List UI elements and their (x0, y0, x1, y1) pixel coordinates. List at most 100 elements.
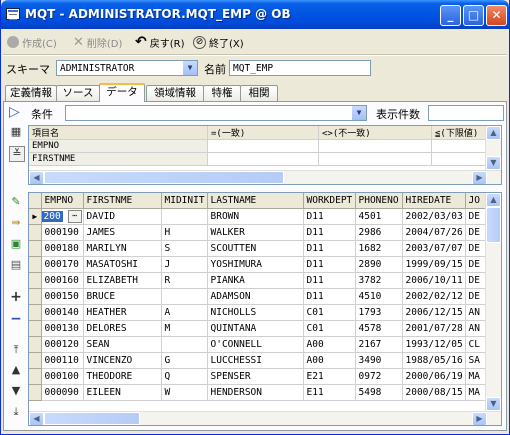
table-cell[interactable]: PIANKA (207, 272, 304, 289)
table-cell[interactable]: 1988/05/16 (402, 352, 466, 369)
table-cell[interactable]: R (161, 272, 208, 289)
table-row[interactable]: 000140 HEATHER A NICHOLLS C01 1793 2006/12/15 A… (29, 304, 489, 321)
name-field[interactable]: MQT_EMP (229, 60, 371, 76)
filter-cell[interactable] (207, 139, 319, 153)
tab-source[interactable]: ソース (56, 85, 100, 101)
table-cell[interactable]: 4510 (355, 288, 403, 305)
table-cell[interactable]: 3782 (355, 272, 403, 289)
table-cell[interactable]: D11 (303, 240, 356, 257)
table-cell[interactable]: ADAMSON (207, 288, 304, 305)
table-cell[interactable]: SEAN (83, 336, 162, 353)
col-empno[interactable]: EMPNO (41, 193, 84, 209)
table-cell[interactable]: DAVID (83, 208, 162, 225)
table-cell[interactable]: 2006/10/11 (402, 272, 466, 289)
ellipsis-button[interactable]: ⋯ (67, 210, 82, 223)
row-header[interactable] (29, 336, 42, 353)
table-cell[interactable]: SPENSER (207, 368, 304, 385)
schema-select[interactable]: ADMINISTRATOR ▼ (56, 60, 198, 76)
table-cell[interactable]: MARILYN (83, 240, 162, 257)
revert-button[interactable]: ↶ 戻す(R) (135, 33, 185, 51)
down-icon[interactable]: ▼ (9, 384, 23, 398)
rows-input[interactable] (428, 105, 504, 121)
table-cell[interactable]: BRUCE (83, 288, 162, 305)
col-lastname[interactable]: LASTNAME (207, 193, 304, 209)
add-icon[interactable]: + (9, 290, 23, 304)
table-cell[interactable]: 000170 (41, 256, 84, 273)
filter-cell[interactable] (431, 139, 488, 153)
col-hiredate[interactable]: HIREDATE (402, 193, 466, 209)
filter-col-name[interactable]: 項目名 (29, 126, 208, 140)
table-row[interactable]: 000110 VINCENZO G LUCCHESSI A00 3490 1988/05/1… (29, 352, 489, 369)
table-cell[interactable]: G (161, 352, 208, 369)
row-header[interactable] (29, 368, 42, 385)
remove-icon[interactable]: − (9, 312, 23, 326)
table-cell[interactable]: VINCENZO (83, 352, 162, 369)
table-row[interactable]: 000150 BRUCE ADAMSON D11 4510 2002/02/12 DE (29, 288, 489, 305)
col-phoneno[interactable]: PHONENO (355, 193, 403, 209)
filter-col-eq[interactable]: =(一致) (207, 126, 319, 140)
row-header[interactable] (29, 240, 42, 257)
table-cell[interactable]: 2167 (355, 336, 403, 353)
table-cell[interactable]: 200 ⋯ (41, 208, 84, 225)
table-cell[interactable]: 4578 (355, 320, 403, 337)
filter-hscroll-thumb[interactable] (44, 171, 284, 184)
table-cell[interactable]: 5498 (355, 384, 403, 401)
up-icon[interactable]: ▲ (9, 363, 23, 377)
play-triangle-icon[interactable]: ▷ (9, 104, 20, 120)
filter-vscroll[interactable]: ▲ ▼ (485, 126, 501, 170)
table-cell[interactable]: 2000/08/15 (402, 384, 466, 401)
title-bar[interactable]: MQT - ADMINISTRATOR.MQT_EMP @ OB _ □ ✕ (1, 0, 509, 29)
table-cell[interactable]: 000110 (41, 352, 84, 369)
tab-data[interactable]: データ (99, 83, 145, 102)
filter-hscroll[interactable]: ◀ ▶ (29, 170, 501, 184)
table-cell[interactable]: H (161, 224, 208, 241)
collapse-icon[interactable]: ≚ (9, 146, 25, 162)
scroll-up-icon[interactable]: ▲ (486, 193, 501, 207)
table-cell[interactable]: 000180 (41, 240, 84, 257)
tab-storage[interactable]: 領域情報 (146, 85, 204, 101)
tab-definition[interactable]: 定義情報 (5, 85, 57, 101)
table-cell[interactable]: NICHOLLS (207, 304, 304, 321)
table-cell[interactable]: 1993/12/05 (402, 336, 466, 353)
table-cell[interactable]: THEODORE (83, 368, 162, 385)
table-cell[interactable]: C01 (303, 304, 356, 321)
tab-privileges[interactable]: 特権 (203, 85, 241, 101)
edit-pencil-icon[interactable]: ✎ (9, 195, 23, 209)
row-header[interactable] (29, 320, 42, 337)
data-vscroll[interactable]: ▲ ▼ (485, 193, 501, 411)
table-cell[interactable]: 2986 (355, 224, 403, 241)
table-cell[interactable]: 000190 (41, 224, 84, 241)
table-cell[interactable]: M (161, 320, 208, 337)
scroll-down-icon[interactable]: ▼ (486, 156, 501, 170)
table-row[interactable]: 000190 JAMES H WALKER D11 2986 2004/07/26 DE (29, 224, 489, 241)
table-row[interactable]: ▶ 200 ⋯ DAVID BROWN D11 4501 2002/03/03 … (29, 208, 489, 225)
row-header[interactable] (29, 256, 42, 273)
table-cell[interactable]: 2000/06/19 (402, 368, 466, 385)
table-cell[interactable]: LUCCHESSI (207, 352, 304, 369)
minimize-button[interactable]: _ (440, 5, 461, 26)
table-cell[interactable]: 2002/03/03 (402, 208, 466, 225)
scroll-up-icon[interactable]: ▲ (486, 126, 501, 140)
table-cell[interactable]: E11 (303, 384, 356, 401)
table-cell[interactable]: D11 (303, 288, 356, 305)
filter-cell[interactable] (318, 152, 432, 166)
table-row[interactable]: 000160 ELIZABETH R PIANKA D11 3782 2006/10/11 D… (29, 272, 489, 289)
table-cell[interactable]: 000150 (41, 288, 84, 305)
table-cell[interactable]: A (161, 304, 208, 321)
table-cell[interactable]: D11 (303, 272, 356, 289)
table-cell[interactable]: BROWN (207, 208, 304, 225)
insert-row-icon[interactable]: ⇛ (9, 216, 23, 230)
table-cell[interactable]: 2890 (355, 256, 403, 273)
table-cell[interactable]: 0972 (355, 368, 403, 385)
table-cell[interactable]: 000130 (41, 320, 84, 337)
scroll-right-icon[interactable]: ▶ (472, 412, 487, 425)
table-cell[interactable]: JAMES (83, 224, 162, 241)
copy-icon[interactable]: ▣ (9, 237, 23, 251)
table-cell[interactable]: 2002/02/12 (402, 288, 466, 305)
chevron-down-icon[interactable]: ▼ (351, 106, 366, 120)
table-cell[interactable]: 1793 (355, 304, 403, 321)
table-cell[interactable]: ELIZABETH (83, 272, 162, 289)
table-row[interactable]: 000130 DELORES M QUINTANA C01 4578 2001/07/28 A… (29, 320, 489, 337)
exit-button[interactable]: ⊘ 終了(X) (193, 33, 244, 51)
table-cell[interactable]: 3490 (355, 352, 403, 369)
